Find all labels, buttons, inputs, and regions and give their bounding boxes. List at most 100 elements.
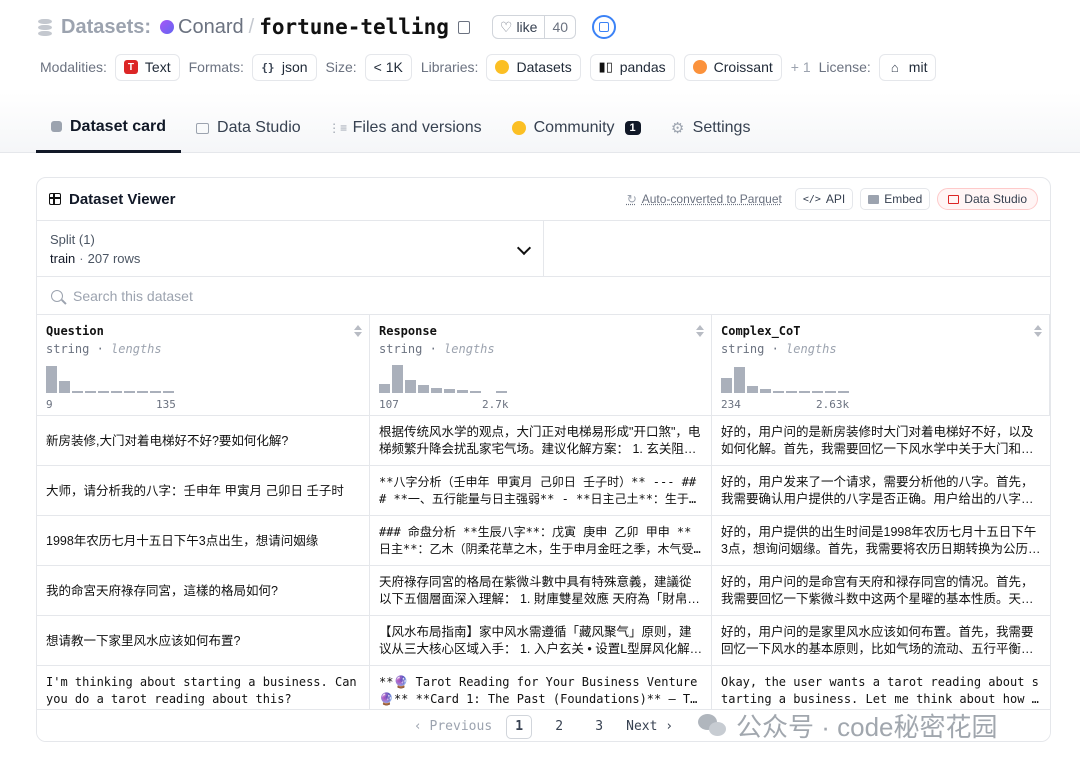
cell-text: 想请教一下家里风水应该如何布置? <box>46 633 241 648</box>
histogram-max: 2.7k <box>482 398 509 411</box>
histogram-bar <box>150 391 161 393</box>
embed-button[interactable]: Embed <box>860 188 931 210</box>
split-name: train <box>50 251 76 266</box>
question-cell[interactable]: 想请教一下家里风水应该如何布置? <box>37 616 370 666</box>
histogram-bar <box>773 391 784 393</box>
cell-text: ### 命盘分析 **生辰八字**：戊寅 庚申 乙卯 甲申 **日主**：乙木（… <box>379 525 694 556</box>
page-1-button[interactable]: 1 <box>506 714 533 739</box>
column-name: Question <box>46 324 104 338</box>
cot-cell[interactable]: 好的，用户发来了一个请求，需要分析他的八字。首先，我需要确认用户提供的八字是否正… <box>712 466 1050 516</box>
viewer-header: Dataset Viewer ↻ Auto-converted to Parque… <box>37 178 1050 220</box>
tab-dataset-card[interactable]: Dataset card <box>36 110 182 153</box>
like-label: like <box>516 19 538 35</box>
copy-icon[interactable] <box>457 20 470 34</box>
format-chip[interactable]: {} json <box>251 53 317 81</box>
library-chip-datasets[interactable]: Datasets <box>486 53 581 81</box>
dataset-name[interactable]: fortune-telling <box>259 15 449 39</box>
column-header-response[interactable]: Response string · lengths 107 2.7k <box>370 315 712 415</box>
sort-icon[interactable] <box>1034 325 1042 337</box>
libraries-label: Libraries: <box>420 59 479 75</box>
cell-text: 新房装修,大门对着电梯好不好?要如何化解? <box>46 433 289 448</box>
library-chip-pandas[interactable]: ▮▯ pandas <box>589 53 675 81</box>
heart-icon: ♡ <box>499 18 513 35</box>
table-row[interactable]: 1998年农历七月十五日下午3点出生，想请问姻缘 ### 命盘分析 **生辰八字… <box>37 515 1050 566</box>
collection-add-icon[interactable] <box>592 15 617 39</box>
cot-cell[interactable]: 好的，用户问的是家里风水应该如何布置。首先，我需要回忆一下风水的基本原则，比如气… <box>712 616 1050 666</box>
tab-settings[interactable]: ⚙ Settings <box>656 110 766 146</box>
license-chip[interactable]: ⌂ mit <box>878 53 937 81</box>
histogram-bar <box>392 365 403 393</box>
sort-icon[interactable] <box>354 325 362 337</box>
tab-files-and-versions[interactable]: ⋮≡ Files and versions <box>316 110 497 146</box>
table-row[interactable]: 我的命宮天府祿存同宮，這樣的格局如何? 天府祿存同宮的格局在紫微斗數中具有特殊意… <box>37 565 1050 616</box>
histogram-bar <box>825 391 836 393</box>
embed-icon <box>868 194 880 204</box>
column-type: string · lengths <box>46 342 162 356</box>
tab-community[interactable]: Community 1 <box>497 110 656 146</box>
question-cell[interactable]: 1998年农历七月十五日下午3点出生，想请问姻缘 <box>37 516 370 566</box>
histogram-bar <box>734 367 745 393</box>
column-stat-label: lengths <box>786 342 837 356</box>
page-3-button[interactable]: 3 <box>586 715 612 739</box>
response-cell[interactable]: 根据传统风水学的观点，大门正对电梯易形成"开口煞"，电梯频繁升降会扰乱家宅气场。… <box>370 416 712 466</box>
search-input[interactable] <box>73 287 573 304</box>
histogram-bar <box>721 378 732 393</box>
table-row[interactable]: 大师，请分析我的八字：壬申年 甲寅月 己卯日 壬子时 **八字分析（壬申年 甲寅… <box>37 465 1050 516</box>
tab-label: Data Studio <box>217 119 301 136</box>
split-selector-row: Split (1) train · 207 rows <box>37 220 1050 277</box>
tab-data-studio[interactable]: Data Studio <box>181 110 316 146</box>
dataset-viewer: Dataset Viewer ↻ Auto-converted to Parque… <box>36 177 1051 742</box>
modality-value: Text <box>144 59 171 75</box>
library-chip-croissant[interactable]: Croissant <box>683 53 782 81</box>
license-value: mit <box>908 59 928 75</box>
modality-chip[interactable]: T Text <box>114 53 180 81</box>
length-histogram <box>379 363 529 393</box>
response-cell[interactable]: **八字分析（壬申年 甲寅月 己卯日 壬子时）** --- ### **一、五行… <box>370 466 712 516</box>
histogram-min: 9 <box>46 398 53 411</box>
cot-cell[interactable]: 好的，用户问的是新房装修时大门对着电梯好不好，以及如何化解。首先，我需要回忆一下… <box>712 416 1050 466</box>
histogram-bar <box>379 384 390 393</box>
api-button[interactable]: </> API <box>794 188 854 210</box>
histogram-bar <box>747 386 758 393</box>
cot-cell[interactable]: 好的，用户问的是命宫有天府和禄存同宫的情况。首先，我需要回忆一下紫微斗数中这两个… <box>712 566 1050 616</box>
cell-text: 好的，用户问的是新房装修时大门对着电梯好不好，以及如何化解。首先，我需要回忆一下… <box>721 425 1034 456</box>
org-link[interactable]: Conard <box>178 16 244 39</box>
response-cell[interactable]: 天府祿存同宮的格局在紫微斗數中具有特殊意義，建議從以下五個層面深入理解： 1. … <box>370 566 712 616</box>
question-cell[interactable]: 我的命宮天府祿存同宮，這樣的格局如何? <box>37 566 370 616</box>
question-cell[interactable]: 新房装修,大门对着电梯好不好?要如何化解? <box>37 416 370 466</box>
histogram-min: 107 <box>379 398 399 411</box>
data-studio-label: Data Studio <box>964 192 1027 206</box>
split-selector[interactable]: Split (1) train · 207 rows <box>37 221 544 277</box>
library-name: Datasets <box>516 59 572 75</box>
response-cell[interactable]: 【风水布局指南】家中风水需遵循「藏风聚气」原则，建议从三大核心区域入手： 1. … <box>370 616 712 666</box>
auto-converted-link[interactable]: ↻ Auto-converted to Parquet <box>627 192 782 206</box>
sort-icon[interactable] <box>696 325 704 337</box>
cot-cell[interactable]: 好的，用户提供的出生时间是1998年农历七月十五日下午3点，想询问姻缘。首先，我… <box>712 516 1050 566</box>
histogram-bar <box>405 380 416 393</box>
table-row[interactable]: 新房装修,大门对着电梯好不好?要如何化解? 根据传统风水学的观点，大门正对电梯易… <box>37 415 1050 466</box>
more-libraries-button[interactable]: + 1 <box>791 59 811 75</box>
size-chip[interactable]: < 1K <box>364 53 412 81</box>
cell-text: 我的命宮天府祿存同宮，這樣的格局如何? <box>46 583 278 598</box>
histogram-bar <box>85 391 96 393</box>
embed-label: Embed <box>884 192 923 206</box>
previous-page-button[interactable]: ‹ Previous <box>414 719 492 734</box>
histogram-max: 2.63k <box>816 398 850 411</box>
column-header-complex-cot[interactable]: Complex_CoT string · lengths 234 2.63k <box>712 315 1050 415</box>
page-2-button[interactable]: 2 <box>546 715 572 739</box>
histogram-bar <box>496 391 507 393</box>
next-page-button[interactable]: Next › <box>626 719 673 734</box>
question-cell[interactable]: 大师，请分析我的八字：壬申年 甲寅月 己卯日 壬子时 <box>37 466 370 516</box>
histogram-bar <box>163 391 174 393</box>
data-studio-button[interactable]: Data Studio <box>937 188 1038 210</box>
files-icon: ⋮≡ <box>328 121 348 135</box>
tab-label: Files and versions <box>352 119 482 136</box>
size-value: < 1K <box>373 59 403 75</box>
viewer-title-text: Dataset Viewer <box>69 190 176 208</box>
response-cell[interactable]: ### 命盘分析 **生辰八字**：戊寅 庚申 乙卯 甲申 **日主**：乙木（… <box>370 516 712 566</box>
column-header-question[interactable]: Question string · lengths 9 135 <box>37 315 370 415</box>
datasets-label[interactable]: Datasets: <box>61 16 151 39</box>
table-row[interactable]: 想请教一下家里风水应该如何布置? 【风水布局指南】家中风水需遵循「藏风聚气」原则… <box>37 615 1050 666</box>
org-avatar[interactable] <box>160 20 175 34</box>
like-button[interactable]: ♡ like 40 <box>491 15 577 39</box>
